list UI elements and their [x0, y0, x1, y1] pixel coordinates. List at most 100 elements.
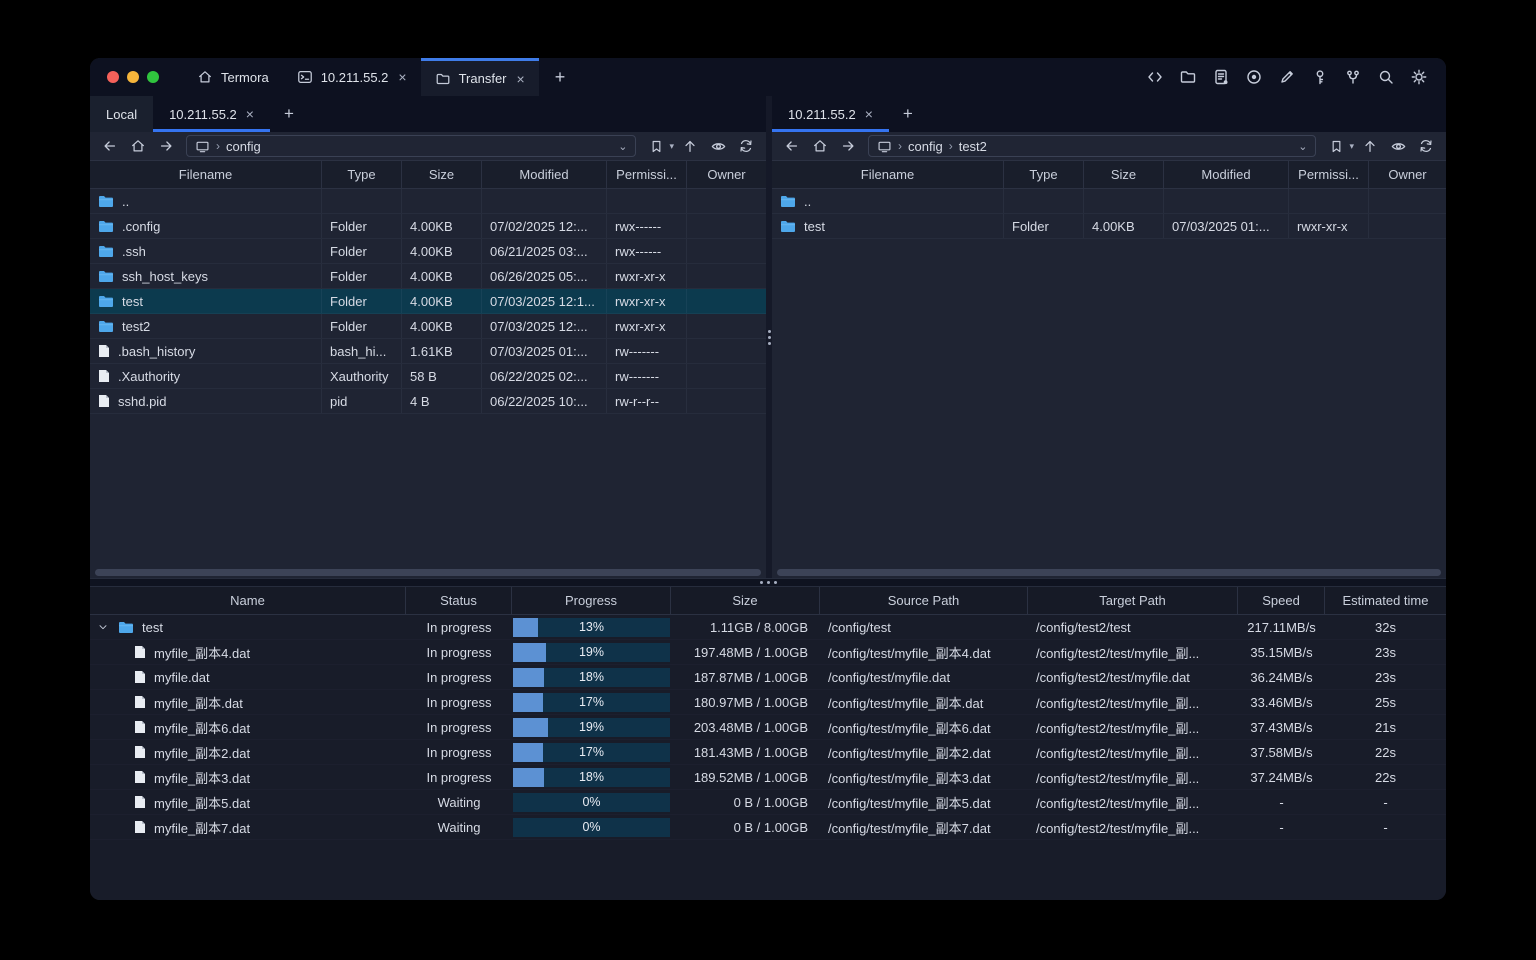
column-header-permissions[interactable]: Permissi... [1289, 161, 1369, 188]
back-icon[interactable] [780, 135, 804, 157]
new-tab-button[interactable]: + [539, 58, 582, 96]
left-tab-local[interactable]: Local [90, 96, 154, 132]
chevron-down-icon[interactable]: ⌄ [618, 140, 627, 153]
column-header-size[interactable]: Size [671, 587, 820, 614]
file-permissions: rw------- [607, 339, 687, 363]
right-tab-session[interactable]: 10.211.55.2 × [772, 96, 889, 132]
minimize-window-button[interactable] [127, 71, 139, 83]
file-row[interactable]: .bash_history bash_hi... 1.61KB 07/03/20… [90, 339, 766, 364]
column-header-progress[interactable]: Progress [512, 587, 671, 614]
transfer-row[interactable]: myfile_副本6.dat In progress 19% 203.48MB … [90, 715, 1446, 740]
file-row[interactable]: sshd.pid pid 4 B 06/22/2025 10:... rw-r-… [90, 389, 766, 414]
edit-icon[interactable] [1274, 64, 1300, 90]
search-icon[interactable] [1373, 64, 1399, 90]
close-tab-icon[interactable]: × [517, 71, 525, 87]
column-header-source-path[interactable]: Source Path [820, 587, 1028, 614]
column-header-type[interactable]: Type [1004, 161, 1084, 188]
tab-transfer[interactable]: Transfer × [420, 58, 539, 96]
transfer-row[interactable]: myfile_副本3.dat In progress 18% 189.52MB … [90, 765, 1446, 790]
file-modified [482, 189, 607, 213]
breadcrumb-segment[interactable]: config [226, 139, 261, 154]
file-permissions: rwxr-xr-x [607, 314, 687, 338]
tab-session-10-211-55-2[interactable]: 10.211.55.2 × [283, 58, 421, 96]
file-modified: 06/21/2025 03:... [482, 239, 607, 263]
scrollbar-thumb[interactable] [95, 568, 761, 576]
right-new-tab-button[interactable]: + [889, 96, 927, 132]
refresh-icon[interactable] [734, 135, 758, 157]
file-row[interactable]: .config Folder 4.00KB 07/02/2025 12:... … [90, 214, 766, 239]
forward-icon[interactable] [836, 135, 860, 157]
breadcrumb-chevron-icon: › [948, 139, 953, 153]
code-icon[interactable] [1142, 64, 1168, 90]
column-header-modified[interactable]: Modified [1164, 161, 1289, 188]
folder-icon[interactable] [1175, 64, 1201, 90]
column-header-permissions[interactable]: Permissi... [607, 161, 687, 188]
bookmark-icon[interactable] [1324, 135, 1348, 157]
breadcrumb-segment[interactable]: config [908, 139, 943, 154]
column-header-name[interactable]: Name [90, 587, 406, 614]
right-path-field[interactable]: › config › test2 ⌄ [868, 135, 1317, 157]
refresh-icon[interactable] [1414, 135, 1438, 157]
column-header-estimated-time[interactable]: Estimated time [1325, 587, 1446, 614]
show-hidden-eye-icon[interactable] [1386, 135, 1410, 157]
transfer-row[interactable]: myfile_副本.dat In progress 17% 180.97MB /… [90, 690, 1446, 715]
transfer-splitter[interactable] [90, 578, 1446, 587]
column-header-owner[interactable]: Owner [1369, 161, 1446, 188]
column-header-size[interactable]: Size [1084, 161, 1164, 188]
chevron-down-icon[interactable]: ⌄ [1298, 140, 1307, 153]
scrollbar-thumb[interactable] [777, 568, 1441, 576]
transfer-row[interactable]: myfile_副本4.dat In progress 19% 197.48MB … [90, 640, 1446, 665]
column-header-target-path[interactable]: Target Path [1028, 587, 1238, 614]
breadcrumb-segment[interactable]: test2 [959, 139, 987, 154]
column-header-size[interactable]: Size [402, 161, 482, 188]
expand-chevron-icon[interactable] [96, 621, 110, 633]
file-row[interactable]: .. [90, 189, 766, 214]
column-header-status[interactable]: Status [406, 587, 512, 614]
left-tab-session[interactable]: 10.211.55.2 × [153, 96, 270, 132]
file-row[interactable]: .ssh Folder 4.00KB 06/21/2025 03:... rwx… [90, 239, 766, 264]
transfer-row[interactable]: myfile_副本5.dat Waiting 0% 0 B / 1.00GB /… [90, 790, 1446, 815]
close-window-button[interactable] [107, 71, 119, 83]
file-row[interactable]: ssh_host_keys Folder 4.00KB 06/26/2025 0… [90, 264, 766, 289]
bookmark-caret-icon[interactable]: ▾ [669, 141, 674, 152]
column-header-type[interactable]: Type [322, 161, 402, 188]
left-new-tab-button[interactable]: + [270, 96, 308, 132]
zoom-window-button[interactable] [147, 71, 159, 83]
settings-icon[interactable] [1406, 64, 1432, 90]
transfer-row[interactable]: myfile_副本2.dat In progress 17% 181.43MB … [90, 740, 1446, 765]
file-row[interactable]: test2 Folder 4.00KB 07/03/2025 12:... rw… [90, 314, 766, 339]
log-icon[interactable] [1208, 64, 1234, 90]
progress-track: 18% [513, 667, 670, 687]
left-path-field[interactable]: › config ⌄ [186, 135, 637, 157]
transfer-size: 197.48MB / 1.00GB [693, 644, 808, 660]
column-header-filename[interactable]: Filename [90, 161, 322, 188]
key-icon[interactable] [1307, 64, 1333, 90]
close-tab-icon[interactable]: × [246, 106, 254, 122]
file-row[interactable]: .. [772, 189, 1446, 214]
back-icon[interactable] [98, 135, 122, 157]
column-header-modified[interactable]: Modified [482, 161, 607, 188]
home-icon[interactable] [126, 135, 150, 157]
file-row[interactable]: test Folder 4.00KB 07/03/2025 01:... rwx… [772, 214, 1446, 239]
file-row[interactable]: test Folder 4.00KB 07/03/2025 12:1... rw… [90, 289, 766, 314]
column-header-owner[interactable]: Owner [687, 161, 766, 188]
close-tab-icon[interactable]: × [865, 106, 873, 122]
right-nav-bar: › config › test2 ⌄ ▾ [772, 132, 1446, 160]
upload-icon[interactable] [1358, 135, 1382, 157]
tab-termora[interactable]: Termora [183, 58, 283, 96]
column-header-filename[interactable]: Filename [772, 161, 1004, 188]
keychain-icon[interactable] [1340, 64, 1366, 90]
record-icon[interactable] [1241, 64, 1267, 90]
bookmark-icon[interactable] [644, 135, 668, 157]
transfer-row[interactable]: test In progress 13% 1.11GB / 8.00GB /co… [90, 615, 1446, 640]
show-hidden-eye-icon[interactable] [706, 135, 730, 157]
close-tab-icon[interactable]: × [398, 69, 406, 85]
bookmark-caret-icon[interactable]: ▾ [1349, 141, 1354, 152]
transfer-row[interactable]: myfile.dat In progress 18% 187.87MB / 1.… [90, 665, 1446, 690]
column-header-speed[interactable]: Speed [1238, 587, 1325, 614]
transfer-row[interactable]: myfile_副本7.dat Waiting 0% 0 B / 1.00GB /… [90, 815, 1446, 840]
file-row[interactable]: .Xauthority Xauthority 58 B 06/22/2025 0… [90, 364, 766, 389]
upload-icon[interactable] [678, 135, 702, 157]
home-icon[interactable] [808, 135, 832, 157]
forward-icon[interactable] [154, 135, 178, 157]
